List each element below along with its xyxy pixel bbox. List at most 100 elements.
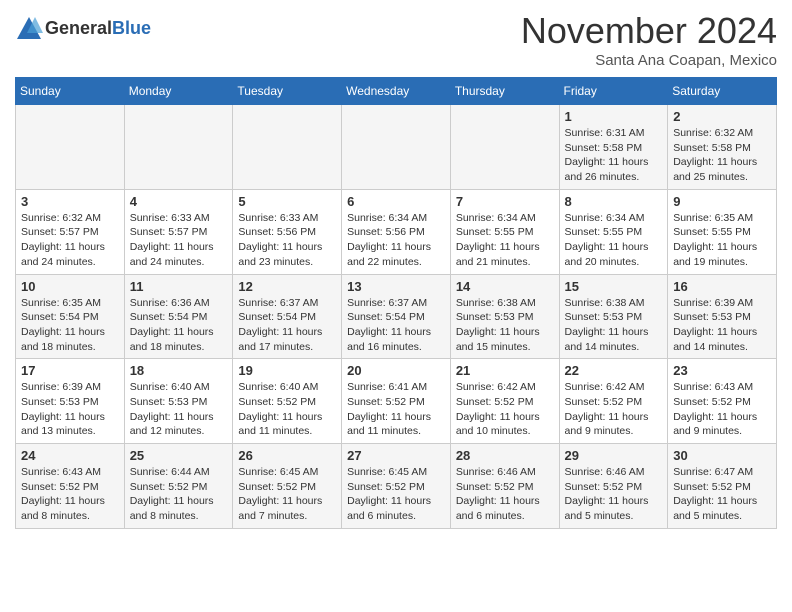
calendar-cell (342, 105, 451, 190)
day-info: Sunrise: 6:43 AMSunset: 5:52 PMDaylight:… (21, 465, 119, 524)
calendar-cell: 18 Sunrise: 6:40 AMSunset: 5:53 PMDayligh… (124, 359, 233, 444)
calendar-cell: 20Sunrise: 6:41 AMSunset: 5:52 PMDayligh… (342, 359, 451, 444)
calendar-week-3: 10 Sunrise: 6:35 AMSunset: 5:54 PMDayligh… (16, 274, 777, 359)
header-day-sunday: Sunday (16, 78, 125, 105)
calendar-cell: 30 Sunrise: 6:47 AMSunset: 5:52 PMDayligh… (668, 444, 777, 529)
calendar-cell: 9Sunrise: 6:35 AMSunset: 5:55 PMDaylight… (668, 189, 777, 274)
calendar-cell: 6Sunrise: 6:34 AMSunset: 5:56 PMDaylight… (342, 189, 451, 274)
calendar-cell: 1Sunrise: 6:31 AMSunset: 5:58 PMDaylight… (559, 105, 668, 190)
day-info: Sunrise: 6:35 AMSunset: 5:55 PMDaylight:… (673, 211, 771, 270)
day-number: 25 (130, 448, 228, 463)
day-number: 21 (456, 363, 554, 378)
day-info: Sunrise: 6:35 AMSunset: 5:54 PMDaylight:… (21, 296, 119, 355)
calendar-cell: 24 Sunrise: 6:43 AMSunset: 5:52 PMDayligh… (16, 444, 125, 529)
calendar-cell: 21Sunrise: 6:42 AMSunset: 5:52 PMDayligh… (450, 359, 559, 444)
day-number: 2 (673, 109, 771, 124)
calendar-week-4: 17 Sunrise: 6:39 AMSunset: 5:53 PMDayligh… (16, 359, 777, 444)
day-info: Sunrise: 6:39 AMSunset: 5:53 PMDaylight:… (673, 296, 771, 355)
day-number: 30 (673, 448, 771, 463)
calendar-cell (233, 105, 342, 190)
calendar-cell: 13Sunrise: 6:37 AMSunset: 5:54 PMDayligh… (342, 274, 451, 359)
calendar-cell (16, 105, 125, 190)
calendar-cell: 28Sunrise: 6:46 AMSunset: 5:52 PMDayligh… (450, 444, 559, 529)
logo-general: General (45, 18, 112, 38)
day-info: Sunrise: 6:44 AMSunset: 5:52 PMDaylight:… (130, 465, 228, 524)
day-info: Sunrise: 6:47 AMSunset: 5:52 PMDaylight:… (673, 465, 771, 524)
header-day-saturday: Saturday (668, 78, 777, 105)
calendar-cell: 7 Sunrise: 6:34 AMSunset: 5:55 PMDaylight… (450, 189, 559, 274)
header-day-thursday: Thursday (450, 78, 559, 105)
day-info: Sunrise: 6:32 AMSunset: 5:58 PMDaylight:… (673, 126, 771, 185)
day-info: Sunrise: 6:39 AMSunset: 5:53 PMDaylight:… (21, 380, 119, 439)
calendar-cell: 12 Sunrise: 6:37 AMSunset: 5:54 PMDayligh… (233, 274, 342, 359)
day-number: 15 (565, 279, 663, 294)
calendar-cell: 22 Sunrise: 6:42 AMSunset: 5:52 PMDayligh… (559, 359, 668, 444)
calendar-cell: 17 Sunrise: 6:39 AMSunset: 5:53 PMDayligh… (16, 359, 125, 444)
day-number: 28 (456, 448, 554, 463)
day-number: 7 (456, 194, 554, 209)
calendar-cell: 25 Sunrise: 6:44 AMSunset: 5:52 PMDayligh… (124, 444, 233, 529)
day-number: 20 (347, 363, 445, 378)
day-number: 13 (347, 279, 445, 294)
calendar-cell: 14 Sunrise: 6:38 AMSunset: 5:53 PMDayligh… (450, 274, 559, 359)
day-info: Sunrise: 6:34 AMSunset: 5:55 PMDaylight:… (565, 211, 663, 270)
day-info: Sunrise: 6:33 AMSunset: 5:56 PMDaylight:… (238, 211, 336, 270)
calendar-cell (124, 105, 233, 190)
logo-blue: Blue (112, 18, 151, 38)
calendar-cell: 10 Sunrise: 6:35 AMSunset: 5:54 PMDayligh… (16, 274, 125, 359)
day-number: 19 (238, 363, 336, 378)
calendar-cell: 2 Sunrise: 6:32 AMSunset: 5:58 PMDaylight… (668, 105, 777, 190)
day-number: 18 (130, 363, 228, 378)
calendar-header-row: SundayMondayTuesdayWednesdayThursdayFrid… (16, 78, 777, 105)
day-info: Sunrise: 6:37 AMSunset: 5:54 PMDaylight:… (238, 296, 336, 355)
day-info: Sunrise: 6:33 AMSunset: 5:57 PMDaylight:… (130, 211, 228, 270)
month-title: November 2024 (521, 10, 777, 52)
calendar-cell: 3 Sunrise: 6:32 AMSunset: 5:57 PMDaylight… (16, 189, 125, 274)
day-number: 14 (456, 279, 554, 294)
calendar-cell: 19 Sunrise: 6:40 AMSunset: 5:52 PMDayligh… (233, 359, 342, 444)
logo-icon (15, 15, 43, 43)
day-info: Sunrise: 6:36 AMSunset: 5:54 PMDaylight:… (130, 296, 228, 355)
day-number: 17 (21, 363, 119, 378)
day-info: Sunrise: 6:40 AMSunset: 5:52 PMDaylight:… (238, 380, 336, 439)
calendar-cell: 29 Sunrise: 6:46 AMSunset: 5:52 PMDayligh… (559, 444, 668, 529)
day-number: 24 (21, 448, 119, 463)
day-info: Sunrise: 6:38 AMSunset: 5:53 PMDaylight:… (565, 296, 663, 355)
day-number: 11 (130, 279, 228, 294)
header-day-tuesday: Tuesday (233, 78, 342, 105)
day-number: 6 (347, 194, 445, 209)
day-number: 1 (565, 109, 663, 124)
calendar-cell: 23Sunrise: 6:43 AMSunset: 5:52 PMDayligh… (668, 359, 777, 444)
day-info: Sunrise: 6:43 AMSunset: 5:52 PMDaylight:… (673, 380, 771, 439)
day-number: 5 (238, 194, 336, 209)
day-number: 16 (673, 279, 771, 294)
day-info: Sunrise: 6:40 AMSunset: 5:53 PMDaylight:… (130, 380, 228, 439)
day-number: 8 (565, 194, 663, 209)
day-info: Sunrise: 6:46 AMSunset: 5:52 PMDaylight:… (565, 465, 663, 524)
calendar-cell: 5 Sunrise: 6:33 AMSunset: 5:56 PMDaylight… (233, 189, 342, 274)
calendar-week-5: 24 Sunrise: 6:43 AMSunset: 5:52 PMDayligh… (16, 444, 777, 529)
day-number: 12 (238, 279, 336, 294)
calendar-cell: 26 Sunrise: 6:45 AMSunset: 5:52 PMDayligh… (233, 444, 342, 529)
day-number: 26 (238, 448, 336, 463)
day-number: 22 (565, 363, 663, 378)
calendar-cell: 11 Sunrise: 6:36 AMSunset: 5:54 PMDayligh… (124, 274, 233, 359)
calendar-body: 1Sunrise: 6:31 AMSunset: 5:58 PMDaylight… (16, 105, 777, 529)
day-info: Sunrise: 6:42 AMSunset: 5:52 PMDaylight:… (565, 380, 663, 439)
day-number: 29 (565, 448, 663, 463)
day-number: 27 (347, 448, 445, 463)
header-day-friday: Friday (559, 78, 668, 105)
calendar-week-1: 1Sunrise: 6:31 AMSunset: 5:58 PMDaylight… (16, 105, 777, 190)
calendar-cell: 16 Sunrise: 6:39 AMSunset: 5:53 PMDayligh… (668, 274, 777, 359)
day-number: 4 (130, 194, 228, 209)
day-info: Sunrise: 6:45 AMSunset: 5:52 PMDaylight:… (238, 465, 336, 524)
day-info: Sunrise: 6:34 AMSunset: 5:55 PMDaylight:… (456, 211, 554, 270)
calendar-cell: 4 Sunrise: 6:33 AMSunset: 5:57 PMDaylight… (124, 189, 233, 274)
day-info: Sunrise: 6:38 AMSunset: 5:53 PMDaylight:… (456, 296, 554, 355)
day-info: Sunrise: 6:45 AMSunset: 5:52 PMDaylight:… (347, 465, 445, 524)
logo: GeneralBlue (15, 15, 151, 43)
day-info: Sunrise: 6:32 AMSunset: 5:57 PMDaylight:… (21, 211, 119, 270)
header-day-monday: Monday (124, 78, 233, 105)
day-number: 10 (21, 279, 119, 294)
day-number: 3 (21, 194, 119, 209)
